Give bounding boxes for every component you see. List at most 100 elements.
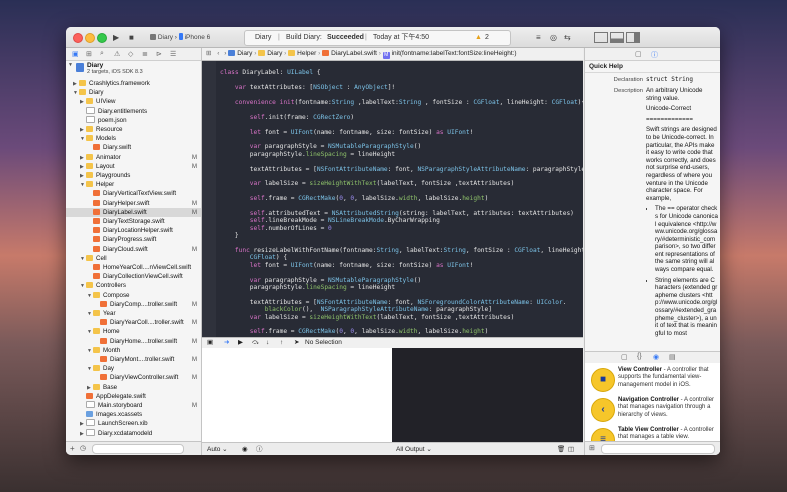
minimize-window-button[interactable] <box>85 33 95 43</box>
folder-item[interactable]: ▶ Resource <box>66 125 201 135</box>
warning-icon[interactable]: ▲ <box>475 31 482 45</box>
file-item[interactable]: AppDelegate.swift <box>66 392 201 402</box>
toggle-navigator-button[interactable] <box>594 32 608 43</box>
file-item[interactable]: Images.xcassets <box>66 410 201 420</box>
grid-view-icon[interactable]: ⊞ <box>589 444 595 452</box>
version-editor-button[interactable]: ⇆ <box>564 32 571 43</box>
warning-count[interactable]: 2 <box>485 31 489 45</box>
object-library-icon[interactable]: ◉ <box>653 353 659 361</box>
standard-editor-button[interactable]: ≡ <box>536 32 541 43</box>
zoom-window-button[interactable] <box>97 33 107 43</box>
trash-icon[interactable]: 🗑 <box>557 443 565 455</box>
folder-item[interactable]: ▼ Models <box>66 134 201 144</box>
file-inspector-icon[interactable]: ▢ <box>635 50 642 58</box>
file-item[interactable]: HomeYearColl....nViewCell.swift <box>66 263 201 273</box>
breakpoint-navigator-icon[interactable]: ⊳ <box>156 50 162 58</box>
folder-item[interactable]: ▶ UIView <box>66 97 201 107</box>
media-library-icon[interactable]: ▤ <box>669 353 676 361</box>
variables-view[interactable] <box>202 348 392 442</box>
assistant-editor-button[interactable]: ◎ <box>550 32 557 43</box>
folder-item[interactable]: ▶ Animator M <box>66 153 201 163</box>
jumpbar-method[interactable]: init(fontname:labelText:fontSize:lineHei… <box>392 50 517 57</box>
add-icon[interactable]: + <box>70 444 75 453</box>
step-over-icon[interactable]: ⤼ <box>252 338 259 348</box>
code-editor[interactable]: class DiaryLabel: UILabel { var textAttr… <box>202 61 583 337</box>
folder-item[interactable]: ▼ Home <box>66 327 201 337</box>
location-icon[interactable]: ➤ <box>294 338 299 348</box>
folder-item[interactable]: ▼ Diary <box>66 88 201 98</box>
toggle-debug-area-button[interactable] <box>610 32 624 43</box>
quick-help-inspector-icon[interactable]: ⓘ <box>651 50 658 60</box>
auto-variables-selector[interactable]: Auto ⌄ <box>207 443 228 455</box>
file-item[interactable]: DiaryHelper.swift M <box>66 199 201 209</box>
file-item[interactable]: DiaryVerticalTextView.swift <box>66 189 201 199</box>
file-item[interactable]: DiaryLabel.swift M <box>66 207 201 218</box>
folder-item[interactable]: ▼ Day <box>66 364 201 374</box>
library-filter-input[interactable] <box>601 444 715 454</box>
file-item[interactable]: DiaryMont....troller.swift M <box>66 355 201 365</box>
breadcrumb-item[interactable]: Helper <box>297 50 316 57</box>
file-item[interactable]: DiaryProgress.swift <box>66 235 201 245</box>
file-item[interactable]: Diary.entitlements <box>66 106 201 117</box>
close-window-button[interactable] <box>73 33 83 43</box>
step-out-icon[interactable]: ↑ <box>280 338 283 348</box>
file-item[interactable]: ▶ LaunchScreen.xib <box>66 419 201 429</box>
file-template-library-icon[interactable]: ▢ <box>621 353 628 361</box>
file-item[interactable]: Diary.swift <box>66 143 201 153</box>
file-item[interactable]: ▶ Diary.xcdatamodeld <box>66 428 201 439</box>
navigator-filter-input[interactable] <box>92 444 184 454</box>
issue-navigator-icon[interactable]: ⚠ <box>114 50 120 58</box>
file-item[interactable]: DiaryComp....troller.swift M <box>66 300 201 310</box>
hide-debug-area-icon[interactable]: ▣ <box>207 338 213 348</box>
chevron-down-icon[interactable]: ▼ <box>68 62 73 68</box>
back-arrow-icon[interactable]: ‹ <box>217 50 219 57</box>
folder-item[interactable]: ▶ Layout M <box>66 162 201 172</box>
split-view-icon[interactable]: ◫ <box>568 443 574 455</box>
stop-button[interactable]: ■ <box>129 32 134 43</box>
symbol-navigator-icon[interactable]: ⊞ <box>86 50 92 58</box>
line-gutter[interactable] <box>202 61 216 337</box>
folder-item[interactable]: ▶ Playgrounds <box>66 171 201 181</box>
report-navigator-icon[interactable]: ☰ <box>170 50 176 58</box>
clock-icon[interactable]: ◷ <box>80 444 86 452</box>
file-item[interactable]: poem.json <box>66 115 201 126</box>
breadcrumb[interactable]: Diary › Diary › Helper › DiaryLabel.swif… <box>228 50 377 57</box>
info-icon[interactable]: ⓘ <box>256 443 263 455</box>
continue-icon[interactable]: ▶ <box>238 338 243 348</box>
test-navigator-icon[interactable]: ◇ <box>128 50 133 58</box>
eye-icon[interactable]: ◉ <box>242 443 248 455</box>
file-item[interactable]: DiaryTextStorage.swift <box>66 217 201 227</box>
folder-item[interactable]: ▼ Compose <box>66 291 201 301</box>
debug-navigator-icon[interactable]: ≣ <box>142 50 148 58</box>
file-item[interactable]: DiaryCloud.swift M <box>66 245 201 255</box>
forward-arrow-icon[interactable]: › <box>224 50 226 57</box>
folder-item[interactable]: ▼ Helper <box>66 180 201 190</box>
step-in-icon[interactable]: ↓ <box>266 338 269 348</box>
breakpoints-toggle-icon[interactable]: ➜ <box>224 338 229 348</box>
folder-item[interactable]: ▼ Month <box>66 346 201 356</box>
file-item[interactable]: DiaryHome....troller.swift M <box>66 337 201 347</box>
breadcrumb-item[interactable]: Diary <box>267 50 282 57</box>
run-button[interactable]: ▶ <box>113 32 119 43</box>
folder-item[interactable]: ▼ Year <box>66 309 201 319</box>
folder-item[interactable]: ▼ Cell <box>66 254 201 264</box>
project-root[interactable]: ▼ Diary 2 targets, iOS SDK 8.3 <box>68 62 198 78</box>
code-snippet-library-icon[interactable]: {} <box>637 353 642 360</box>
file-item[interactable]: Main.storyboard M <box>66 401 201 411</box>
folder-item[interactable]: ▶ Base <box>66 383 201 393</box>
find-navigator-icon[interactable]: ⌕ <box>100 50 104 58</box>
file-item[interactable]: DiaryViewController.swift M <box>66 373 201 383</box>
related-items-icon[interactable]: ⊞ <box>206 50 211 57</box>
file-item[interactable]: DiaryYearColl....troller.swift M <box>66 318 201 328</box>
breadcrumb-item[interactable]: Diary <box>237 50 252 57</box>
file-item[interactable]: DiaryLocationHelper.swift <box>66 226 201 236</box>
output-selector[interactable]: All Output ⌄ <box>396 443 432 455</box>
console-view[interactable] <box>392 348 583 442</box>
scheme-selector[interactable]: Diary › iPhone 6 <box>150 32 210 43</box>
file-item[interactable]: ▶ Crashlytics.framework <box>66 79 201 89</box>
toggle-utilities-button[interactable] <box>626 32 640 43</box>
breadcrumb-item[interactable]: DiaryLabel.swift <box>331 50 377 57</box>
file-item[interactable]: DiaryCollectionViewCell.swift <box>66 272 201 282</box>
folder-item[interactable]: ▼ Controllers <box>66 281 201 291</box>
project-navigator-icon[interactable]: ▣ <box>72 50 79 58</box>
